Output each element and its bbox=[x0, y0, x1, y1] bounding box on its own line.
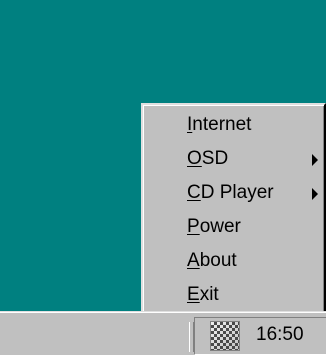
menu-item-power[interactable]: Power bbox=[145, 211, 322, 244]
menu-item-about[interactable]: About bbox=[145, 245, 322, 278]
submenu-arrow-icon bbox=[312, 188, 318, 200]
menu-item-label: Power bbox=[187, 216, 241, 237]
taskbar: 16:50 bbox=[0, 311, 326, 355]
menu-item-label: About bbox=[187, 250, 237, 271]
display-settings-icon[interactable] bbox=[210, 321, 240, 351]
menu-item-label: CD Player bbox=[187, 182, 274, 203]
submenu-arrow-icon bbox=[312, 154, 318, 166]
menu-item-osd[interactable]: OSD bbox=[145, 143, 322, 176]
system-tray: 16:50 bbox=[189, 317, 326, 355]
tray-divider bbox=[189, 322, 194, 352]
menu-item-label: Internet bbox=[187, 114, 252, 135]
menu-item-label: OSD bbox=[187, 148, 229, 169]
tray-context-menu: Internet OSD CD Player Power About Exit bbox=[141, 103, 326, 317]
menu-item-label: Exit bbox=[187, 284, 219, 305]
menu-item-cd-player[interactable]: CD Player bbox=[145, 177, 322, 210]
tray-clock[interactable]: 16:50 bbox=[256, 324, 304, 346]
menu-item-exit[interactable]: Exit bbox=[145, 279, 322, 312]
menu-item-internet[interactable]: Internet bbox=[145, 109, 322, 142]
